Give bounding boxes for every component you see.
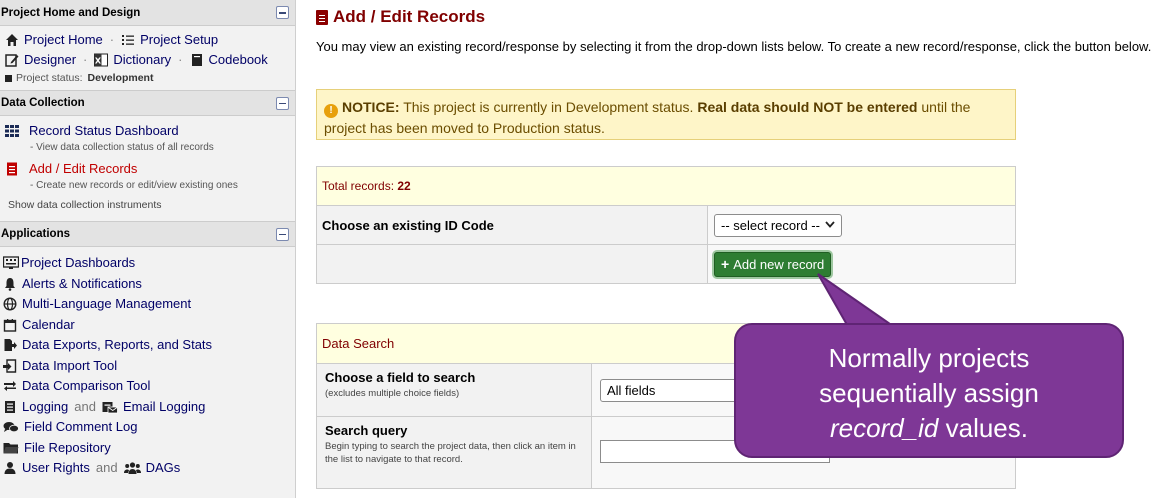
dashboard-icon bbox=[2, 256, 20, 270]
search-field-label: Choose a field to search bbox=[325, 370, 476, 385]
multi-language-link[interactable]: Multi-Language Management bbox=[22, 294, 191, 315]
alerts-link[interactable]: Alerts & Notifications bbox=[22, 274, 142, 295]
project-status: Project status: Development bbox=[5, 72, 289, 84]
folder-icon bbox=[3, 441, 19, 455]
nav-description: - View data collection status of all rec… bbox=[30, 142, 214, 153]
plus-icon: + bbox=[721, 256, 730, 272]
form-icon bbox=[5, 162, 19, 176]
nav-description: - Create new records or edit/view existi… bbox=[30, 180, 238, 191]
page-title-text: Add / Edit Records bbox=[333, 7, 486, 26]
data-comparison-link[interactable]: Data Comparison Tool bbox=[22, 376, 150, 397]
user-icon bbox=[3, 461, 17, 475]
and-text: and bbox=[74, 398, 96, 414]
compare-icon bbox=[3, 379, 17, 393]
show-instruments-link[interactable]: Show data collection instruments bbox=[5, 197, 289, 215]
status-square-icon bbox=[5, 74, 12, 82]
logging-link[interactable]: Logging bbox=[22, 397, 68, 418]
list-icon bbox=[121, 33, 135, 47]
callout-italic: record_id bbox=[829, 413, 939, 443]
file-repository-link[interactable]: File Repository bbox=[24, 438, 111, 459]
search-field-hint: (excludes multiple choice fields) bbox=[325, 388, 460, 399]
import-icon bbox=[3, 359, 17, 373]
and-text: and bbox=[95, 460, 118, 475]
project-home-section: Project Home · Project Setup Designer · … bbox=[0, 26, 295, 90]
applications-section: Project Dashboards Alerts & Notification… bbox=[0, 247, 295, 485]
calendar-link[interactable]: Calendar bbox=[22, 315, 75, 336]
records-table: Total records: 22 Choose an existing ID … bbox=[316, 166, 1016, 284]
excel-icon: X bbox=[94, 53, 109, 67]
project-setup-link[interactable]: Project Setup bbox=[140, 30, 218, 50]
separator-dot: · bbox=[109, 32, 115, 47]
form-icon bbox=[316, 9, 328, 25]
designer-link[interactable]: Designer bbox=[24, 50, 76, 70]
collapse-icon[interactable] bbox=[276, 227, 289, 241]
add-new-record-label: Add new record bbox=[733, 256, 825, 272]
total-records: Total records: 22 bbox=[316, 166, 1016, 206]
project-dashboards-link[interactable]: Project Dashboards bbox=[21, 253, 135, 274]
edit-icon bbox=[5, 53, 19, 67]
section-header-project-home[interactable]: Project Home and Design bbox=[0, 0, 295, 26]
callout-line-3: record_id values. bbox=[736, 411, 1122, 446]
search-query-hint: Begin typing to search the project data,… bbox=[325, 441, 576, 465]
notice-label: NOTICE: bbox=[342, 99, 400, 115]
grid-icon bbox=[5, 124, 19, 138]
globe-icon bbox=[3, 297, 17, 311]
callout-line-2: sequentially assign bbox=[819, 378, 1039, 408]
section-title: Applications bbox=[1, 228, 71, 240]
record-status-dashboard-link[interactable]: Record Status Dashboard bbox=[29, 121, 179, 141]
section-header-applications[interactable]: Applications bbox=[0, 221, 295, 247]
status-label: Project status: bbox=[16, 72, 83, 84]
record-select-value: -- select record -- bbox=[721, 217, 820, 233]
codebook-link[interactable]: Codebook bbox=[209, 50, 268, 70]
comments-icon bbox=[3, 420, 19, 434]
collapse-icon[interactable] bbox=[276, 6, 289, 19]
search-query-label: Search query bbox=[325, 423, 408, 438]
sidebar: Project Home and Design Project Home · P… bbox=[0, 0, 296, 498]
section-title: Project Home and Design bbox=[1, 6, 141, 19]
bell-icon bbox=[3, 277, 17, 291]
add-edit-records-link[interactable]: Add / Edit Records bbox=[29, 159, 137, 179]
total-records-label: Total records: bbox=[322, 179, 395, 193]
record-select[interactable]: -- select record -- bbox=[714, 213, 842, 237]
data-import-link[interactable]: Data Import Tool bbox=[22, 356, 117, 377]
data-exports-link[interactable]: Data Exports, Reports, and Stats bbox=[22, 335, 212, 356]
book-icon bbox=[190, 53, 204, 67]
dags-link[interactable]: DAGs bbox=[146, 458, 181, 479]
dictionary-link[interactable]: Dictionary bbox=[113, 50, 171, 70]
callout-line-1: Normally projects bbox=[828, 343, 1030, 373]
field-comment-log-link[interactable]: Field Comment Log bbox=[24, 417, 137, 438]
users-icon bbox=[123, 461, 141, 475]
notice-bold-text: Real data should NOT be entered bbox=[697, 99, 918, 115]
logging-icon bbox=[3, 400, 17, 414]
callout-line-3-rest: values. bbox=[938, 413, 1028, 443]
calendar-icon bbox=[3, 318, 17, 332]
search-field-value: All fields bbox=[607, 382, 656, 398]
user-rights-link[interactable]: User Rights bbox=[22, 458, 90, 479]
chevron-down-icon bbox=[825, 220, 835, 231]
notice-box: ! NOTICE: This project is currently in De… bbox=[316, 89, 1016, 140]
intro-text: You may view an existing record/response… bbox=[316, 39, 1152, 54]
export-icon bbox=[3, 338, 17, 352]
email-logging-link[interactable]: Email Logging bbox=[123, 397, 205, 418]
email-logging-icon bbox=[102, 400, 118, 414]
project-home-link[interactable]: Project Home bbox=[24, 30, 103, 50]
callout-annotation: Normally projects sequentially assign re… bbox=[734, 323, 1124, 458]
warning-icon: ! bbox=[324, 104, 338, 118]
section-header-data-collection[interactable]: Data Collection bbox=[0, 90, 295, 116]
status-value: Development bbox=[87, 72, 154, 84]
separator-dot: · bbox=[178, 52, 183, 67]
total-records-value: 22 bbox=[397, 179, 411, 193]
notice-text: This project is currently in Development… bbox=[399, 99, 698, 115]
page-title: Add / Edit Records bbox=[316, 7, 485, 27]
svg-text:X: X bbox=[95, 57, 102, 66]
home-icon bbox=[5, 33, 19, 47]
choose-id-label: Choose an existing ID Code bbox=[316, 205, 708, 245]
data-collection-section: Record Status Dashboard - View data coll… bbox=[0, 116, 295, 221]
collapse-icon[interactable] bbox=[276, 96, 289, 110]
separator-dot: · bbox=[83, 52, 88, 67]
section-title: Data Collection bbox=[1, 97, 85, 109]
